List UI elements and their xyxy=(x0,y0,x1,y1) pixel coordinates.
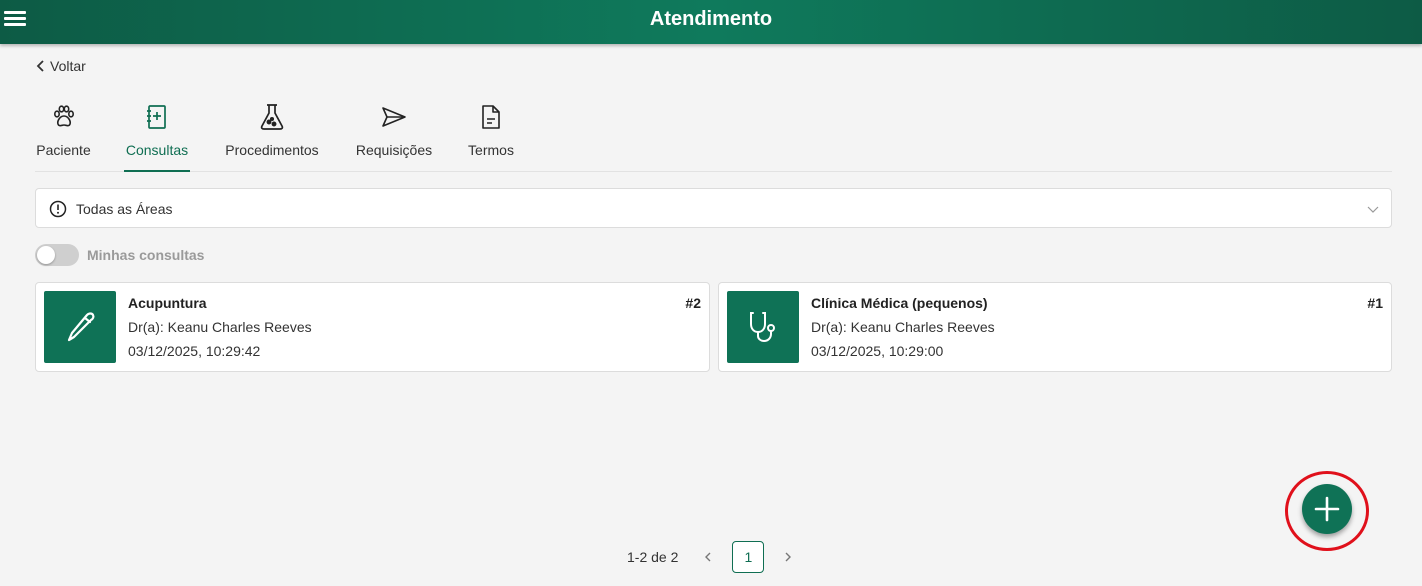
consultation-datetime: 03/12/2025, 10:29:00 xyxy=(811,343,944,359)
stethoscope-icon xyxy=(727,291,799,363)
consultation-doctor: Dr(a): Keanu Charles Reeves xyxy=(128,319,312,335)
tab-label: Procedimentos xyxy=(225,142,319,158)
chevron-left-icon xyxy=(36,60,44,72)
chevron-right-icon xyxy=(785,552,792,562)
my-consultations-label: Minhas consultas xyxy=(87,247,205,263)
tab-bar: Paciente Consultas Procedimentos Requisi… xyxy=(35,100,1392,172)
back-label: Voltar xyxy=(50,58,86,74)
my-consultations-toggle[interactable] xyxy=(35,244,79,266)
paw-icon xyxy=(50,102,78,132)
tab-paciente[interactable]: Paciente xyxy=(35,100,92,172)
previous-page-button[interactable] xyxy=(694,543,722,571)
consultation-datetime: 03/12/2025, 10:29:42 xyxy=(128,343,261,359)
tab-label: Consultas xyxy=(125,142,189,158)
consultation-area: Clínica Médica (pequenos) xyxy=(811,295,988,311)
consultation-area: Acupuntura xyxy=(128,295,207,311)
next-page-button[interactable] xyxy=(774,543,802,571)
consultation-doctor: Dr(a): Keanu Charles Reeves xyxy=(811,319,995,335)
tab-consultas[interactable]: Consultas xyxy=(124,100,190,172)
tab-label: Paciente xyxy=(36,142,91,158)
plus-icon xyxy=(1314,496,1340,522)
tab-termos[interactable]: Termos xyxy=(466,100,516,172)
consultation-number: #2 xyxy=(685,295,701,311)
info-icon xyxy=(49,200,67,218)
consultation-card[interactable]: Acupuntura Dr(a): Keanu Charles Reeves 0… xyxy=(35,282,710,372)
needle-icon xyxy=(44,291,116,363)
pagination-range: 1-2 de 2 xyxy=(627,549,679,565)
pagination: 1-2 de 2 1 xyxy=(627,541,802,573)
my-consultations-row: Minhas consultas xyxy=(35,244,204,266)
app-header: Atendimento xyxy=(0,0,1422,44)
flask-icon xyxy=(258,102,286,132)
toggle-knob xyxy=(37,246,55,264)
chevron-left-icon xyxy=(705,552,711,562)
tab-label: Requisições xyxy=(355,142,433,158)
page-button[interactable]: 1 xyxy=(732,541,765,573)
consultation-card[interactable]: Clínica Médica (pequenos) Dr(a): Keanu C… xyxy=(718,282,1392,372)
chevron-down-icon xyxy=(1367,206,1379,213)
page-title: Atendimento xyxy=(649,8,773,30)
tab-label: Termos xyxy=(468,142,514,158)
tab-requisicoes[interactable]: Requisições xyxy=(354,100,434,172)
medical-notebook-icon xyxy=(143,102,171,132)
document-icon xyxy=(477,102,505,132)
area-select[interactable]: Todas as Áreas xyxy=(35,188,1392,228)
tab-procedimentos[interactable]: Procedimentos xyxy=(222,100,322,172)
send-icon xyxy=(380,102,408,132)
add-consultation-button[interactable] xyxy=(1302,484,1352,534)
area-select-value: Todas as Áreas xyxy=(76,201,173,217)
back-link[interactable]: Voltar xyxy=(36,58,86,74)
consultation-number: #1 xyxy=(1367,295,1383,311)
